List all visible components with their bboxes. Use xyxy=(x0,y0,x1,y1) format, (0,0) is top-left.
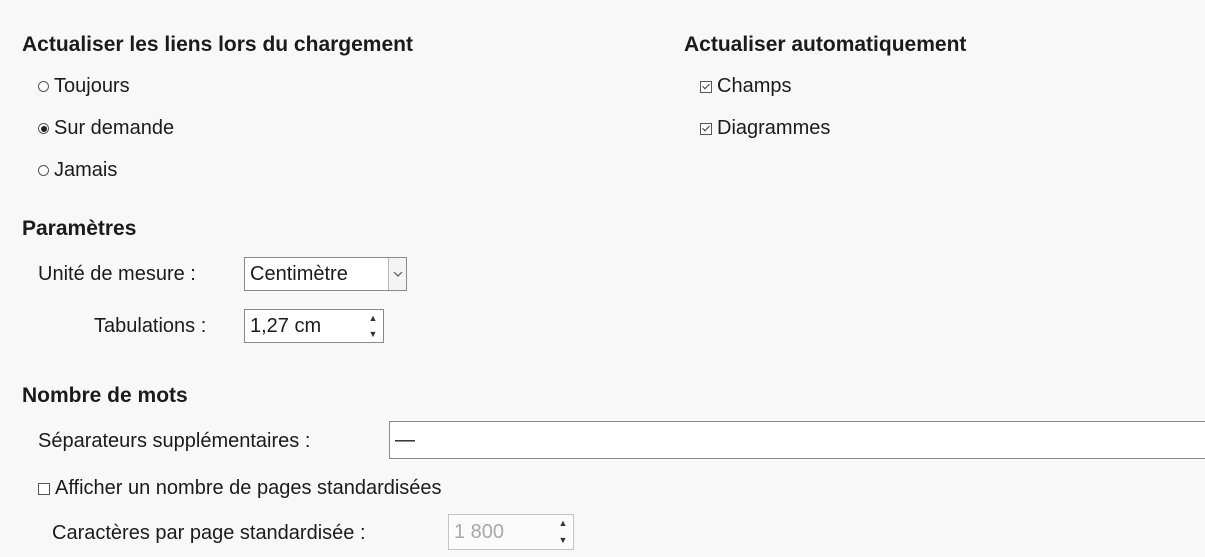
checkbox-standard-pages[interactable]: Afficher un nombre de pages standardisée… xyxy=(38,477,442,500)
radio-on-request[interactable]: Sur demande xyxy=(38,117,174,140)
chevron-down-icon[interactable] xyxy=(388,258,406,290)
separators-label: Séparateurs supplémentaires : xyxy=(38,430,311,452)
radio-always[interactable]: Toujours xyxy=(38,75,130,98)
unit-label: Unité de mesure : xyxy=(38,263,196,285)
radio-never[interactable]: Jamais xyxy=(38,159,117,182)
update-links-heading: Actualiser les liens lors du chargement xyxy=(22,33,413,56)
spin-up-icon[interactable]: ▲ xyxy=(363,310,383,326)
tabs-value: 1,27 cm xyxy=(250,314,322,337)
unit-value: Centimètre xyxy=(250,262,348,285)
settings-heading: Paramètres xyxy=(22,217,137,240)
spin-down-icon[interactable]: ▼ xyxy=(363,326,383,342)
radio-never-label: Jamais xyxy=(54,159,118,181)
checkbox-charts-label: Diagrammes xyxy=(717,117,831,139)
checkbox-fields[interactable]: Champs xyxy=(700,75,791,98)
tabs-spinfield[interactable]: 1,27 cm ▲ ▼ xyxy=(244,309,384,343)
spin-down-icon[interactable]: ▼ xyxy=(553,532,573,549)
separators-input[interactable]: — xyxy=(389,421,1205,459)
auto-update-heading: Actualiser automatiquement xyxy=(684,33,967,56)
spin-buttons[interactable]: ▲ ▼ xyxy=(363,310,383,342)
checkbox-indicator[interactable] xyxy=(700,122,712,135)
tabs-label: Tabulations : xyxy=(94,315,207,337)
checkbox-indicator[interactable] xyxy=(700,80,712,93)
spin-buttons[interactable]: ▲ ▼ xyxy=(553,515,573,549)
chars-per-page-label: Caractères par page standardisée : xyxy=(52,522,366,544)
radio-indicator[interactable] xyxy=(38,165,49,176)
radio-indicator[interactable] xyxy=(38,123,49,134)
radio-on-request-label: Sur demande xyxy=(54,117,175,139)
checkbox-fields-label: Champs xyxy=(717,75,792,97)
word-count-heading: Nombre de mots xyxy=(22,384,188,407)
checkbox-standard-pages-label: Afficher un nombre de pages standardisée… xyxy=(55,477,442,499)
radio-always-label: Toujours xyxy=(54,75,130,97)
chars-per-page-value: 1 800 xyxy=(454,520,505,543)
chars-per-page-spinfield[interactable]: 1 800 ▲ ▼ xyxy=(448,514,574,550)
separators-value: — xyxy=(395,428,415,451)
checkbox-indicator[interactable] xyxy=(38,482,50,495)
spin-up-icon[interactable]: ▲ xyxy=(553,515,573,532)
unit-dropdown[interactable]: Centimètre xyxy=(244,257,407,291)
radio-indicator[interactable] xyxy=(38,81,49,92)
checkbox-charts[interactable]: Diagrammes xyxy=(700,117,830,140)
